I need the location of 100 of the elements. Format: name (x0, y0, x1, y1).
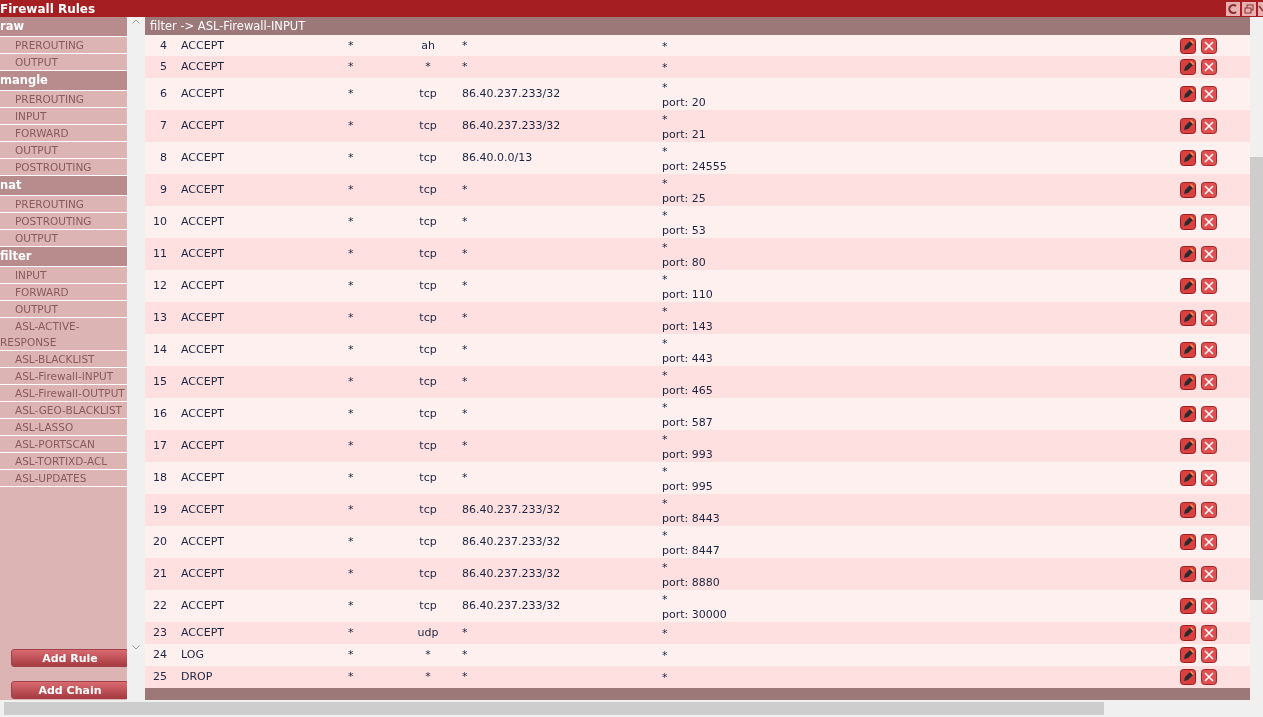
horizontal-scrollbar[interactable] (0, 700, 1263, 717)
pencil-icon[interactable] (1180, 59, 1196, 76)
delete-icon[interactable] (1201, 310, 1217, 327)
rule-port: port: 24555 (662, 158, 728, 174)
pencil-icon[interactable] (1180, 566, 1196, 583)
rule-source: * (461, 625, 469, 642)
delete-icon[interactable] (1201, 625, 1217, 642)
rule-row[interactable]: 7 ACCEPT * tcp 86.40.237.233/32 * port: 21 (145, 110, 1250, 143)
delete-icon[interactable] (1201, 86, 1217, 103)
rule-target: ACCEPT (180, 37, 225, 54)
pencil-icon[interactable] (1180, 598, 1196, 615)
delete-icon[interactable] (1201, 669, 1217, 686)
add-button[interactable]: Add Chain (11, 681, 129, 699)
delete-icon[interactable] (1201, 37, 1217, 54)
rule-row[interactable]: 23 ACCEPT * udp * * (145, 622, 1250, 645)
pencil-icon[interactable] (1180, 182, 1196, 199)
rule-row[interactable]: 16 ACCEPT * tcp * * port: 587 (145, 398, 1250, 431)
delete-icon[interactable] (1201, 438, 1217, 455)
rule-row[interactable]: 10 ACCEPT * tcp * * port: 53 (145, 206, 1250, 239)
pencil-icon[interactable] (1180, 86, 1196, 103)
rule-protocol: tcp (418, 310, 438, 327)
delete-icon[interactable] (1201, 214, 1217, 231)
pencil-icon[interactable] (1180, 406, 1196, 423)
pencil-icon[interactable] (1180, 246, 1196, 263)
delete-icon[interactable] (1201, 150, 1217, 167)
pencil-icon[interactable] (1180, 647, 1196, 664)
rule-source: * (461, 342, 469, 359)
table-cell-text: * (348, 182, 355, 199)
pencil-icon[interactable] (1180, 118, 1196, 135)
sidebar-group-header[interactable]: mangle (0, 71, 127, 91)
restore-icon[interactable] (1242, 1, 1256, 16)
pencil-icon[interactable] (1180, 374, 1196, 391)
pencil-icon[interactable] (1180, 470, 1196, 487)
rule-row[interactable]: 15 ACCEPT * tcp * * port: 465 (145, 366, 1250, 399)
rule-row[interactable]: 20 ACCEPT * tcp 86.40.237.233/32 * port: 8447 (145, 526, 1250, 559)
pencil-icon[interactable] (1180, 342, 1196, 359)
rule-row[interactable]: 19 ACCEPT * tcp 86.40.237.233/32 * port: 8443 (145, 494, 1250, 527)
rule-number: 14 (152, 342, 167, 359)
rule-row[interactable]: 21 ACCEPT * tcp 86.40.237.233/32 * port: 8880 (145, 558, 1250, 591)
delete-icon[interactable] (1201, 59, 1217, 76)
delete-icon[interactable] (1201, 342, 1217, 359)
rule-row[interactable]: 8 ACCEPT * tcp 86.40.0.0/13 * port: 24555 (145, 142, 1250, 175)
delete-icon[interactable] (1201, 534, 1217, 551)
rule-row[interactable]: 18 ACCEPT * tcp * * port: 995 (145, 462, 1250, 495)
delete-icon[interactable] (1201, 647, 1217, 664)
table-cell-text: * (348, 37, 355, 54)
sidebar-group-header[interactable]: nat (0, 176, 127, 196)
sidebar-group-header[interactable]: raw (0, 17, 127, 37)
pencil-icon[interactable] (1180, 669, 1196, 686)
delete-icon[interactable] (1201, 278, 1217, 295)
rule-row[interactable]: 6 ACCEPT * tcp 86.40.237.233/32 * port: 20 (145, 78, 1250, 111)
rule-number: 16 (152, 406, 167, 423)
rule-number: 5 (159, 59, 167, 76)
rule-row[interactable]: 17 ACCEPT * tcp * * port: 993 (145, 430, 1250, 463)
table-cell-text: * (348, 647, 355, 664)
delete-icon[interactable] (1201, 502, 1217, 519)
delete-icon[interactable] (1201, 406, 1217, 423)
table-cell-text: * (348, 59, 355, 76)
rule-number: 11 (152, 246, 167, 263)
add-button[interactable]: Add Rule (11, 649, 129, 667)
delete-icon[interactable] (1201, 566, 1217, 583)
table-cell-text: * (348, 278, 355, 295)
page-scrollbar[interactable] (1250, 17, 1263, 700)
pencil-icon[interactable] (1180, 502, 1196, 519)
pencil-icon[interactable] (1180, 278, 1196, 295)
pencil-icon[interactable] (1180, 625, 1196, 642)
rule-row[interactable]: 11 ACCEPT * tcp * * port: 80 (145, 238, 1250, 271)
rule-destination: * (662, 303, 669, 319)
rule-row[interactable]: 13 ACCEPT * tcp * * port: 143 (145, 302, 1250, 335)
pencil-icon[interactable] (1180, 310, 1196, 327)
pencil-icon[interactable] (1180, 214, 1196, 231)
rule-source: 86.40.237.233/32 (461, 598, 562, 615)
rule-target: ACCEPT (180, 438, 225, 455)
rule-source: 86.40.237.233/32 (461, 86, 562, 103)
rule-number: 24 (152, 647, 167, 664)
delete-icon[interactable] (1201, 118, 1217, 135)
rule-row[interactable]: 14 ACCEPT * tcp * * port: 443 (145, 334, 1250, 367)
pencil-icon[interactable] (1180, 438, 1196, 455)
rule-row[interactable]: 4 ACCEPT * ah * * (145, 35, 1250, 57)
delete-icon[interactable] (1201, 246, 1217, 263)
rule-source: * (461, 278, 469, 295)
refresh-icon[interactable] (1226, 1, 1240, 16)
rule-target: DROP (180, 669, 214, 686)
pencil-icon[interactable] (1180, 150, 1196, 167)
delete-icon[interactable] (1201, 182, 1217, 199)
rule-protocol: tcp (418, 214, 438, 231)
table-cell-text: * (348, 150, 355, 167)
delete-icon[interactable] (1201, 598, 1217, 615)
sidebar-group-header[interactable]: filter (0, 247, 127, 267)
delete-icon[interactable] (1201, 470, 1217, 487)
rule-source: 86.40.237.233/32 (461, 118, 562, 135)
rule-row[interactable]: 12 ACCEPT * tcp * * port: 110 (145, 270, 1250, 303)
pencil-icon[interactable] (1180, 37, 1196, 54)
rule-row[interactable]: 24 LOG * * * * (145, 644, 1250, 667)
rule-row[interactable]: 9 ACCEPT * tcp * * port: 25 (145, 174, 1250, 207)
delete-icon[interactable] (1201, 374, 1217, 391)
rule-row[interactable]: 5 ACCEPT * * * * (145, 56, 1250, 79)
rule-target: ACCEPT (180, 625, 225, 642)
pencil-icon[interactable] (1180, 534, 1196, 551)
rule-row[interactable]: 25 DROP * * * * (145, 666, 1250, 689)
